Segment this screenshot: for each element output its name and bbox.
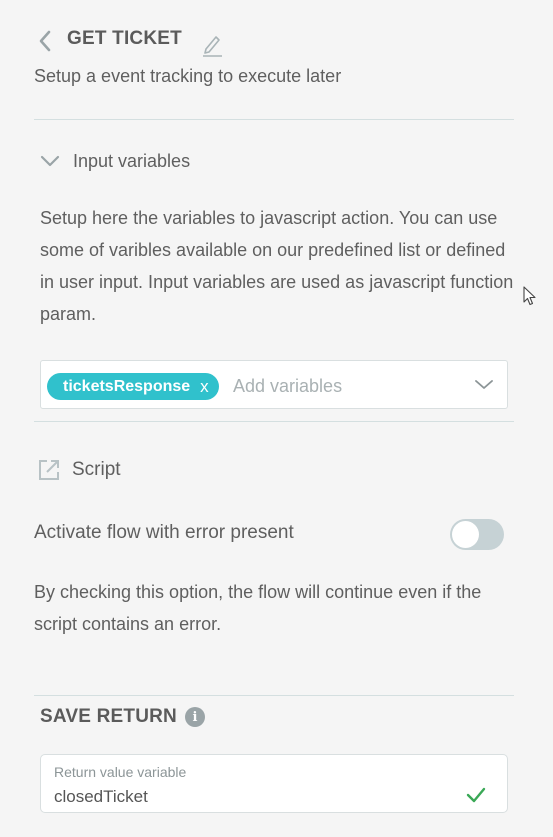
return-value-field[interactable]: Return value variable closedTicket bbox=[40, 754, 508, 813]
input-variables-toggle[interactable]: Input variables bbox=[38, 148, 190, 174]
pencil-icon bbox=[203, 36, 222, 57]
divider bbox=[34, 695, 514, 696]
chevron-down-icon bbox=[475, 380, 493, 389]
checkmark-icon bbox=[466, 787, 486, 803]
script-link[interactable]: Script bbox=[36, 456, 121, 484]
page-subtitle: Setup a event tracking to execute later bbox=[34, 66, 342, 86]
edit-title-button[interactable] bbox=[200, 30, 224, 58]
activate-flow-toggle[interactable] bbox=[450, 519, 504, 550]
mouse-cursor-icon bbox=[523, 286, 536, 306]
chevron-left-icon bbox=[39, 30, 51, 52]
variable-chip: ticketsResponse x bbox=[47, 373, 219, 400]
return-value-input[interactable]: closedTicket bbox=[54, 787, 148, 807]
save-return-heading: SAVE RETURN i bbox=[40, 706, 205, 728]
page-title: GET TICKET bbox=[67, 28, 182, 49]
activate-flow-description: By checking this option, the flow will c… bbox=[34, 582, 482, 634]
remove-chip-button[interactable]: x bbox=[200, 377, 209, 397]
open-external-icon bbox=[39, 460, 59, 480]
activate-flow-label: Activate flow with error present bbox=[34, 522, 294, 543]
variables-dropdown-button[interactable] bbox=[473, 375, 495, 395]
divider bbox=[34, 119, 514, 120]
return-value-label: Return value variable bbox=[54, 764, 187, 780]
add-variables-input[interactable] bbox=[233, 373, 443, 400]
chevron-down-icon bbox=[40, 155, 60, 167]
input-variables-label: Input variables bbox=[73, 150, 191, 171]
variable-chip-label: ticketsResponse bbox=[63, 377, 191, 395]
back-button[interactable] bbox=[34, 28, 56, 54]
info-icon[interactable]: i bbox=[184, 707, 205, 727]
action-settings-panel: GET TICKET Setup a event tracking to exe… bbox=[0, 0, 553, 837]
variables-multiselect[interactable]: ticketsResponse x bbox=[40, 360, 508, 409]
header: GET TICKET bbox=[34, 26, 514, 58]
input-variables-description: Setup here the variables to javascript a… bbox=[40, 208, 514, 324]
save-return-title: SAVE RETURN bbox=[40, 706, 177, 727]
script-label: Script bbox=[72, 459, 121, 480]
divider bbox=[34, 421, 514, 422]
toggle-knob bbox=[452, 521, 479, 548]
